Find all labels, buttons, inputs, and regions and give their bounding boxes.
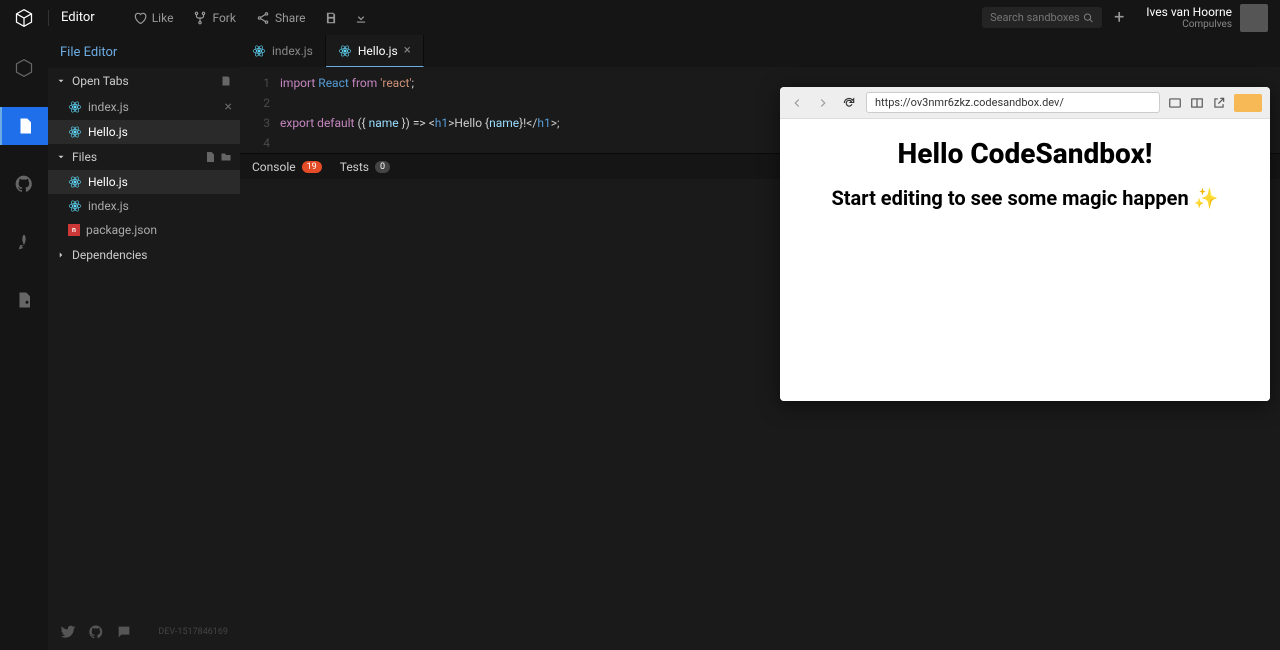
close-icon[interactable]: ×: [225, 99, 232, 115]
accent-button[interactable]: [1234, 94, 1262, 112]
code-content[interactable]: import React from 'react'; export defaul…: [280, 73, 560, 153]
twitter-icon[interactable]: [60, 624, 76, 640]
react-icon: [68, 100, 82, 114]
user-menu[interactable]: Ives van Hoorne Compulves: [1146, 4, 1268, 32]
preview-frame[interactable]: Hello CodeSandbox! Start editing to see …: [780, 119, 1270, 401]
chevron-down-icon: [56, 76, 66, 86]
chevron-down-icon: [56, 152, 66, 162]
tests-badge: 0: [375, 161, 390, 173]
nav-forward-icon[interactable]: [814, 94, 832, 112]
tests-tab[interactable]: Tests 0: [340, 160, 390, 174]
add-button[interactable]: +: [1110, 3, 1128, 32]
download-icon[interactable]: [350, 7, 372, 29]
open-tabs-header[interactable]: Open Tabs: [48, 68, 240, 94]
react-icon: [252, 44, 266, 58]
save-all-icon[interactable]: [220, 75, 232, 87]
react-icon: [68, 125, 82, 139]
preview-subheading: Start editing to see some magic happen ✨: [798, 186, 1252, 210]
like-button[interactable]: Like: [127, 7, 180, 29]
avatar: [1240, 4, 1268, 32]
dependencies-header[interactable]: Dependencies: [48, 242, 240, 268]
preview-pane: Hello CodeSandbox! Start editing to see …: [780, 87, 1270, 401]
sidebar-title: File Editor: [48, 35, 240, 68]
save-icon[interactable]: [320, 7, 342, 29]
reload-icon[interactable]: [840, 94, 858, 112]
preview-heading: Hello CodeSandbox!: [798, 137, 1252, 170]
files-header[interactable]: Files: [48, 144, 240, 170]
open-tab-item[interactable]: Hello.js: [48, 120, 240, 144]
dev-id: DEV-1517846169: [158, 627, 228, 637]
chat-icon[interactable]: [116, 624, 132, 640]
file-item[interactable]: index.js: [48, 194, 240, 218]
rail-github-icon[interactable]: [0, 165, 48, 203]
console-tab[interactable]: Console 19: [252, 160, 322, 174]
console-badge: 19: [302, 161, 322, 173]
layout-icon[interactable]: [1168, 96, 1182, 110]
editor-tab[interactable]: Hello.js ×: [326, 35, 424, 67]
url-input[interactable]: [866, 92, 1160, 113]
file-item[interactable]: n package.json: [48, 218, 240, 242]
editor-tab[interactable]: index.js: [240, 35, 326, 67]
open-external-icon[interactable]: [1212, 96, 1226, 110]
react-icon: [338, 44, 352, 58]
close-icon[interactable]: ×: [404, 43, 411, 58]
fork-icon: [193, 11, 207, 25]
github-icon[interactable]: [88, 624, 104, 640]
split-icon[interactable]: [1190, 96, 1204, 110]
react-icon: [68, 175, 82, 189]
chevron-right-icon: [56, 250, 66, 260]
new-file-icon[interactable]: [204, 151, 216, 163]
react-icon: [68, 199, 82, 213]
rail-explorer-icon[interactable]: [0, 107, 48, 145]
search-icon: [1083, 12, 1094, 24]
line-gutter: 1 2 3 4: [240, 73, 280, 153]
share-icon: [256, 11, 270, 25]
nav-back-icon[interactable]: [788, 94, 806, 112]
rail-deploy-icon[interactable]: [0, 223, 48, 261]
editor-title: Editor: [61, 10, 95, 25]
new-folder-icon[interactable]: [220, 151, 232, 163]
rail-sandbox-icon[interactable]: [0, 49, 48, 87]
npm-icon: n: [68, 224, 80, 236]
search-input[interactable]: [982, 7, 1102, 28]
open-tab-item[interactable]: index.js ×: [48, 94, 240, 120]
share-button[interactable]: Share: [250, 7, 312, 29]
file-item[interactable]: Hello.js: [48, 170, 240, 194]
fork-button[interactable]: Fork: [187, 7, 242, 29]
heart-icon: [133, 11, 147, 25]
logo[interactable]: [12, 6, 36, 30]
rail-config-icon[interactable]: [0, 281, 48, 319]
